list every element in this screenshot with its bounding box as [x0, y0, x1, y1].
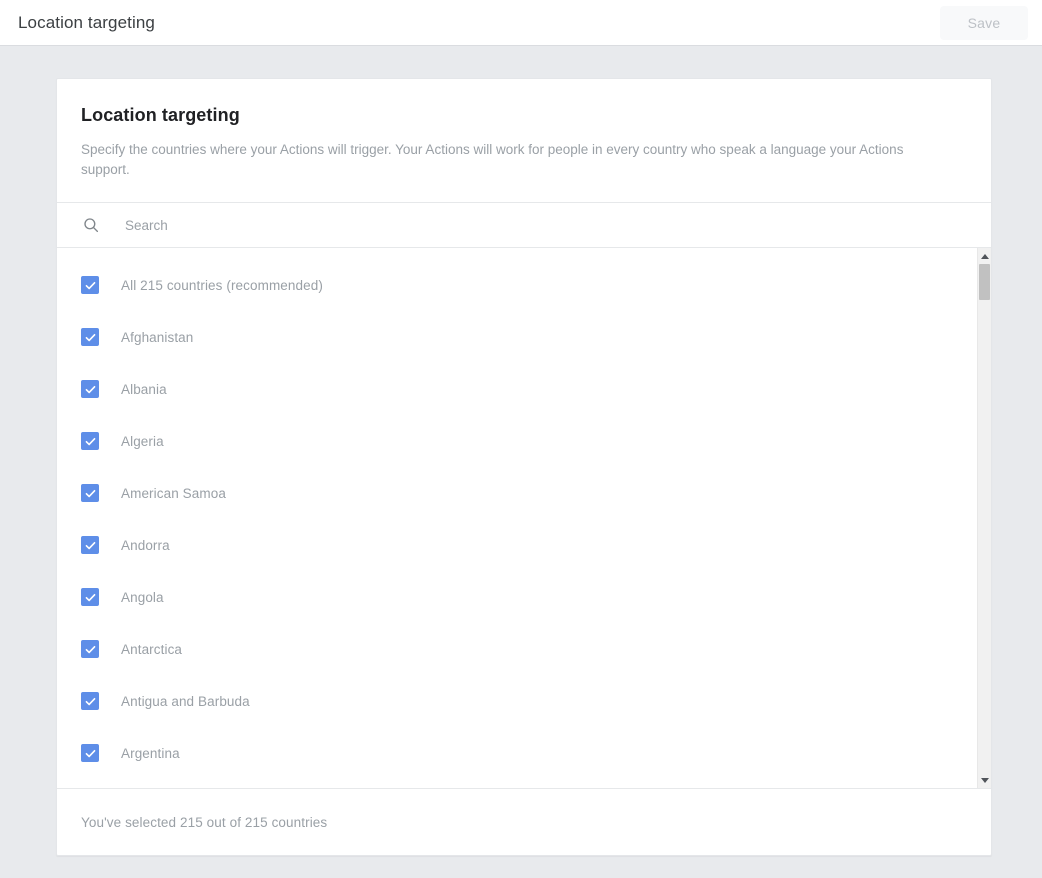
card-description: Specify the countries where your Actions… [81, 140, 951, 180]
country-list-container: All 215 countries (recommended) Afghanist… [57, 248, 991, 789]
list-item-label: Argentina [121, 746, 180, 761]
list-item-label: Antigua and Barbuda [121, 694, 250, 709]
app-top-bar: Location targeting Save [0, 0, 1042, 46]
selection-status: You've selected 215 out of 215 countries [81, 815, 327, 830]
country-checkbox[interactable] [81, 588, 99, 606]
country-checkbox[interactable] [81, 692, 99, 710]
list-item-label: Antarctica [121, 642, 182, 657]
country-checkbox[interactable] [81, 276, 99, 294]
top-bar-actions: Save [940, 6, 1028, 40]
list-item-label: American Samoa [121, 486, 226, 501]
list-item-label: All 215 countries (recommended) [121, 278, 323, 293]
page-body: Location targeting Specify the countries… [0, 46, 1042, 878]
search-input[interactable] [123, 203, 991, 247]
list-item-label: Andorra [121, 538, 170, 553]
list-item-label: Angola [121, 590, 164, 605]
card-title: Location targeting [81, 105, 967, 126]
page-title: Location targeting [18, 13, 155, 33]
country-checkbox[interactable] [81, 484, 99, 502]
list-item-label: Afghanistan [121, 330, 193, 345]
list-item[interactable]: Antigua and Barbuda [57, 675, 979, 727]
list-item-label: Algeria [121, 434, 164, 449]
country-checkbox[interactable] [81, 380, 99, 398]
list-item[interactable]: Albania [57, 363, 979, 415]
list-item-label: Albania [121, 382, 167, 397]
list-scrollbar[interactable] [977, 248, 991, 788]
country-list: All 215 countries (recommended) Afghanist… [57, 248, 979, 788]
scrollbar-thumb[interactable] [979, 264, 990, 300]
list-item[interactable]: Andorra [57, 519, 979, 571]
country-checkbox[interactable] [81, 432, 99, 450]
card-footer: You've selected 215 out of 215 countries [57, 789, 991, 855]
country-checkbox[interactable] [81, 328, 99, 346]
scroll-down-arrow-icon[interactable] [978, 773, 991, 787]
scroll-up-arrow-icon[interactable] [978, 249, 991, 263]
list-item[interactable]: American Samoa [57, 467, 979, 519]
list-item[interactable]: Algeria [57, 415, 979, 467]
search-icon [81, 215, 101, 235]
save-button[interactable]: Save [940, 6, 1028, 40]
list-item[interactable] [57, 779, 979, 788]
country-checkbox[interactable] [81, 744, 99, 762]
list-item[interactable]: Angola [57, 571, 979, 623]
list-item[interactable]: Antarctica [57, 623, 979, 675]
search-row[interactable] [57, 203, 991, 248]
country-checkbox[interactable] [81, 536, 99, 554]
list-item[interactable]: Argentina [57, 727, 979, 779]
list-item[interactable]: All 215 countries (recommended) [57, 259, 979, 311]
card-header: Location targeting Specify the countries… [57, 79, 991, 203]
location-targeting-card: Location targeting Specify the countries… [56, 78, 992, 856]
list-item[interactable]: Afghanistan [57, 311, 979, 363]
country-checkbox[interactable] [81, 640, 99, 658]
